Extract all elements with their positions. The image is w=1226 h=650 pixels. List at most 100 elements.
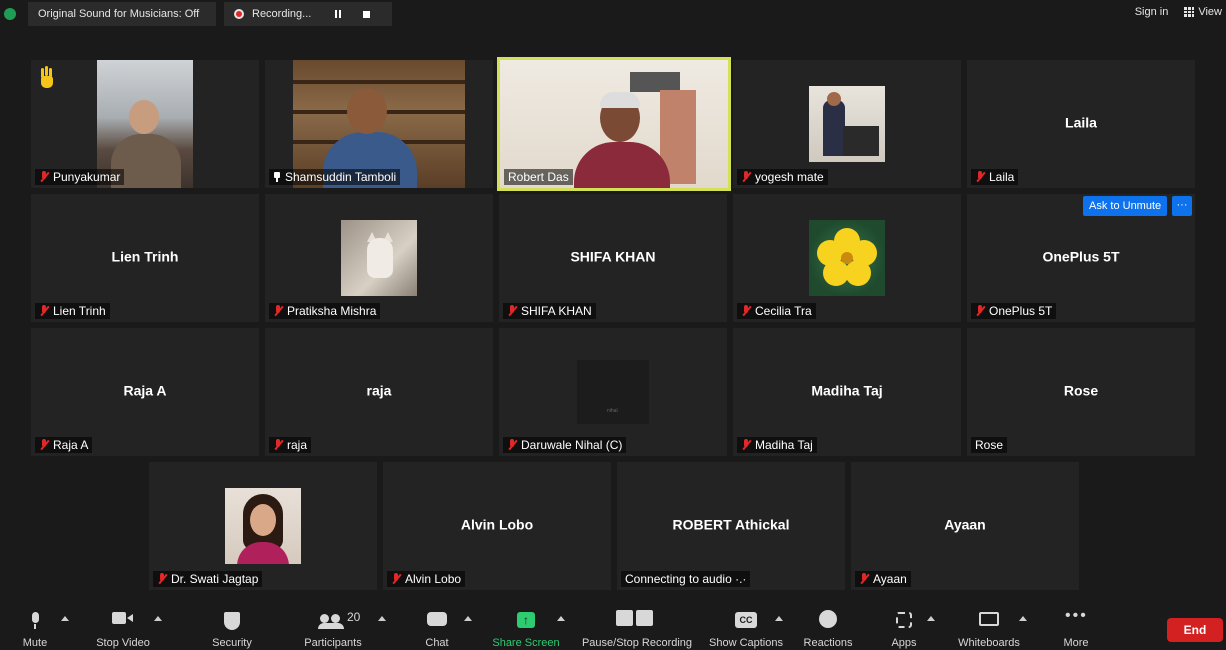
mic-muted-icon	[975, 171, 985, 183]
video-tile-daruwale-nihal[interactable]: nihal Daruwale Nihal (C)	[499, 328, 727, 456]
mic-muted-icon	[741, 171, 751, 183]
pause-recording-icon[interactable]	[335, 10, 342, 18]
mic-muted-icon	[741, 439, 751, 451]
video-tile-robert-das[interactable]: Robert Das	[497, 57, 731, 191]
participant-name-label: Rose	[971, 437, 1008, 453]
video-tile-cecilia[interactable]: Cecilia Tra	[733, 194, 961, 322]
video-tile-yogesh[interactable]: yogesh mate	[733, 60, 961, 188]
mute-button[interactable]: Mute	[20, 606, 50, 650]
video-tile-robert-athickal[interactable]: ROBERT Athickal Connecting to audio ·.·	[617, 462, 845, 590]
video-tile-raja-a[interactable]: Raja A Raja A	[31, 328, 259, 456]
participant-name-label: Alvin Lobo	[387, 571, 466, 587]
video-tile-swati-jagtap[interactable]: Dr. Swati Jagtap	[149, 462, 377, 590]
participant-display-name: ROBERT Athickal	[672, 516, 790, 533]
participant-avatar	[809, 220, 885, 296]
participant-display-name: Raja A	[123, 382, 167, 399]
video-tile-pratiksha[interactable]: Pratiksha Mishra	[265, 194, 493, 322]
participant-name-label: Laila	[971, 169, 1019, 185]
participant-avatar	[341, 220, 417, 296]
mic-muted-icon	[39, 439, 49, 451]
participants-icon	[318, 614, 344, 629]
video-tile-rose[interactable]: Rose Rose	[967, 328, 1195, 456]
end-meeting-button[interactable]: End	[1167, 618, 1223, 642]
recording-indicator: Recording...	[224, 2, 392, 26]
mic-muted-icon	[507, 305, 517, 317]
ask-to-unmute-button[interactable]: Ask to Unmute	[1083, 196, 1168, 216]
whiteboards-options-caret-icon[interactable]	[1019, 616, 1027, 621]
audio-options-caret-icon[interactable]	[61, 616, 69, 621]
video-tile-ayaan[interactable]: Ayaan Ayaan	[851, 462, 1079, 590]
security-button[interactable]: Security	[204, 606, 260, 650]
smiley-icon	[819, 610, 837, 628]
participant-name-label: Robert Das	[504, 169, 573, 185]
mic-muted-icon	[859, 573, 869, 585]
share-screen-button[interactable]: ↑ Share Screen	[490, 606, 562, 650]
view-button[interactable]: View	[1184, 6, 1222, 18]
video-tile-raja[interactable]: raja raja	[265, 328, 493, 456]
mic-muted-icon	[391, 573, 401, 585]
participant-avatar	[809, 86, 885, 162]
share-options-caret-icon[interactable]	[557, 616, 565, 621]
participant-name-label: raja	[269, 437, 312, 453]
view-label: View	[1198, 6, 1222, 18]
video-tile-shifa-khan[interactable]: SHIFA KHAN SHIFA KHAN	[499, 194, 727, 322]
mic-muted-icon	[273, 439, 283, 451]
participant-name-label: SHIFA KHAN	[503, 303, 596, 319]
participant-name-label: Shamsuddin Tamboli	[269, 169, 401, 185]
video-tile-lien-trinh[interactable]: Lien Trinh Lien Trinh	[31, 194, 259, 322]
pause-stop-recording-icon	[616, 610, 654, 626]
show-captions-button[interactable]: CC Show Captions	[706, 606, 786, 650]
participants-button[interactable]: 20 Participants	[298, 606, 368, 650]
apps-options-caret-icon[interactable]	[927, 616, 935, 621]
whiteboards-button[interactable]: Whiteboards	[954, 606, 1024, 650]
video-tile-madiha-taj[interactable]: Madiha Taj Madiha Taj	[733, 328, 961, 456]
participant-display-name: Lien Trinh	[111, 248, 179, 265]
participant-name-label: Pratiksha Mishra	[269, 303, 381, 319]
sign-in-link[interactable]: Sign in	[1135, 6, 1169, 18]
mic-muted-icon	[39, 305, 49, 317]
video-tile-shamsuddin[interactable]: Shamsuddin Tamboli	[265, 60, 493, 188]
chat-button[interactable]: Chat	[417, 606, 457, 650]
avatar-thumb-text: nihal	[607, 408, 618, 414]
participant-name-label: yogesh mate	[737, 169, 828, 185]
mic-muted-icon	[975, 305, 985, 317]
participant-name-label: Raja A	[35, 437, 93, 453]
participant-name-label: Daruwale Nihal (C)	[503, 437, 627, 453]
top-bar: Original Sound for Musicians: Off Record…	[0, 0, 1226, 30]
participant-display-name: Ayaan	[944, 516, 986, 533]
shield-icon	[224, 612, 240, 630]
reactions-button[interactable]: Reactions	[800, 606, 856, 650]
stop-video-button[interactable]: Stop Video	[88, 606, 158, 650]
apps-grid-icon	[896, 612, 912, 628]
mic-muted-icon	[157, 573, 167, 585]
mic-muted-icon	[39, 171, 49, 183]
participant-name-label: Lien Trinh	[35, 303, 110, 319]
participant-name-label: Ayaan	[855, 571, 911, 587]
mic-muted-icon	[741, 305, 751, 317]
video-tile-punyakumar[interactable]: Punyakumar	[31, 60, 259, 188]
recording-label: Recording...	[252, 8, 312, 20]
stop-recording-icon[interactable]	[363, 10, 371, 18]
video-options-caret-icon[interactable]	[154, 616, 162, 621]
apps-button[interactable]: Apps	[884, 606, 924, 650]
pin-icon	[273, 172, 281, 182]
more-button[interactable]: ••• More	[1058, 606, 1094, 650]
video-tile-laila[interactable]: Laila Laila	[967, 60, 1195, 188]
participant-display-name: Rose	[1063, 382, 1099, 399]
participant-name-label: Madiha Taj	[737, 437, 817, 453]
participant-name-label: Dr. Swati Jagtap	[153, 571, 263, 587]
video-tile-alvin-lobo[interactable]: Alvin Lobo Alvin Lobo	[383, 462, 611, 590]
tile-more-options-button[interactable]: ···	[1172, 196, 1192, 216]
participant-display-name: Alvin Lobo	[460, 516, 534, 533]
grid-view-icon	[1184, 7, 1195, 17]
participants-options-caret-icon[interactable]	[378, 616, 386, 621]
encryption-shield-icon[interactable]	[4, 8, 16, 20]
pause-stop-recording-button[interactable]: Pause/Stop Recording	[578, 606, 696, 650]
participant-display-name: Laila	[1065, 114, 1097, 131]
recording-dot-icon	[234, 9, 244, 19]
participant-name-label: Punyakumar	[35, 169, 125, 185]
captions-options-caret-icon[interactable]	[775, 616, 783, 621]
chat-options-caret-icon[interactable]	[464, 616, 472, 621]
share-screen-icon: ↑	[517, 612, 535, 628]
original-sound-toggle[interactable]: Original Sound for Musicians: Off	[28, 2, 216, 26]
